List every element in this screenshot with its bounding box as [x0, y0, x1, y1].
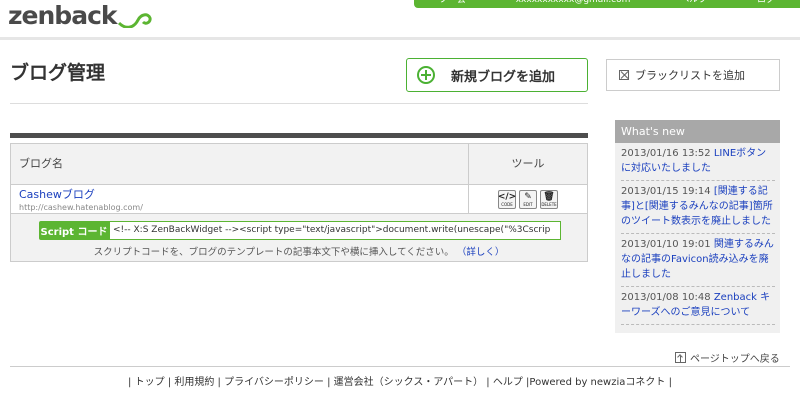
close-box-icon [619, 70, 629, 80]
logo-text: zenback [8, 1, 118, 30]
arrow-up-icon [675, 352, 686, 363]
zenback-logo[interactable]: zenback [8, 0, 152, 28]
code-label: CODE [501, 201, 513, 207]
footer-link-help[interactable]: ヘルプ [493, 377, 523, 388]
add-blacklist-label: ブラックリストを追加 [635, 69, 745, 82]
table-row: Cashewブログ http://cashew.hatenablog.com/ … [11, 185, 587, 214]
logo-swoosh-icon [117, 13, 152, 28]
add-blog-label: 新規ブログを追加 [451, 69, 556, 85]
script-note: スクリプトコードを、ブログのテンプレートの記事本文下や横に挿入してください。 （… [11, 244, 587, 258]
blog-name-link[interactable]: Cashewブログ [19, 186, 468, 202]
page-title: ブログ管理 [10, 62, 106, 84]
news-date: 2013/01/10 19:01 [621, 239, 711, 250]
news-date: 2013/01/08 10:48 [621, 292, 711, 303]
topbar-item[interactable]: ブ 会 [439, 0, 466, 8]
details-link[interactable]: （詳しく） [457, 247, 505, 258]
edit-button[interactable]: ✎ EDIT [519, 189, 537, 209]
column-header-tools: ツール [511, 157, 545, 170]
blog-url: http://cashew.hatenablog.com/ [19, 203, 143, 212]
delete-button[interactable]: 🗑 DELETE [540, 189, 558, 209]
blog-table: ブログ名 ツール Cashewブログ http://cashew.hatenab… [10, 143, 588, 262]
footer-link-privacy[interactable]: プライバシーポリシー [224, 377, 324, 388]
topbar-item[interactable]: ログ [757, 0, 775, 8]
code-icon: </> [497, 191, 517, 202]
script-note-text: スクリプトコードを、ブログのテンプレートの記事本文下や横に挿入してください。 [93, 247, 454, 258]
footer-link-powered[interactable]: Powered by newziaコネクト [529, 377, 665, 388]
script-code-row: Script コード <!-- X:S ZenBackWidget --><sc… [39, 221, 561, 240]
topbar-item[interactable]: xxxxxxxxxxx@gmail.com [516, 0, 631, 8]
delete-label: DELETE [541, 201, 557, 207]
trash-icon: 🗑 [543, 191, 555, 202]
topbar-item[interactable]: ヘルプ [680, 0, 707, 8]
table-top-bar [10, 133, 588, 138]
script-code-label: Script コード [39, 221, 109, 240]
news-item: 2013/01/08 10:48 Zenback キーワーズへのご意見について [621, 287, 775, 325]
add-blog-button[interactable]: 新規ブログを追加 [406, 58, 588, 92]
add-blacklist-button[interactable]: ブラックリストを追加 [606, 59, 780, 91]
news-item: 2013/01/10 19:01 関連するみんなの記事のFavicon読み込みを… [621, 234, 775, 287]
script-code-field[interactable]: <!-- X:S ZenBackWidget --><script type="… [109, 221, 561, 240]
page-top-link[interactable]: ページトップへ戻る [675, 350, 780, 365]
whats-new-panel: What's new 2013/01/16 13:52 LINEボタンに対応いた… [615, 120, 780, 333]
news-date: 2013/01/15 19:14 [621, 186, 711, 197]
header-divider [0, 37, 800, 40]
column-header-blog-name: ブログ名 [11, 144, 469, 184]
top-account-bar: ブ 会 xxxxxxxxxxx@gmail.com ヘルプ ログ [414, 0, 800, 8]
table-header-row: ブログ名 ツール [11, 144, 587, 185]
pencil-icon: ✎ [524, 191, 532, 202]
footer-divider [10, 366, 790, 367]
footer: | トップ | 利用規約 | プライバシーポリシー | 運営会社（シックス・アパ… [128, 377, 672, 388]
news-item: 2013/01/15 19:14 [関連する記事]と[関連するみんなの記事]箇所… [621, 181, 775, 234]
edit-label: EDIT [523, 201, 533, 207]
footer-link-company[interactable]: 運営会社（シックス・アパート） [334, 377, 484, 388]
footer-link-terms[interactable]: 利用規約 [174, 377, 214, 388]
plus-circle-icon [417, 66, 435, 84]
page-top-label: ページトップへ戻る [690, 354, 780, 365]
code-button[interactable]: </> CODE [497, 189, 517, 209]
news-item: 2013/01/16 13:52 LINEボタンに対応いたしました [621, 143, 775, 181]
whats-new-title: What's new [615, 120, 780, 143]
news-date: 2013/01/16 13:52 [621, 148, 711, 159]
title-divider [10, 103, 588, 104]
footer-link-top[interactable]: トップ [135, 377, 165, 388]
